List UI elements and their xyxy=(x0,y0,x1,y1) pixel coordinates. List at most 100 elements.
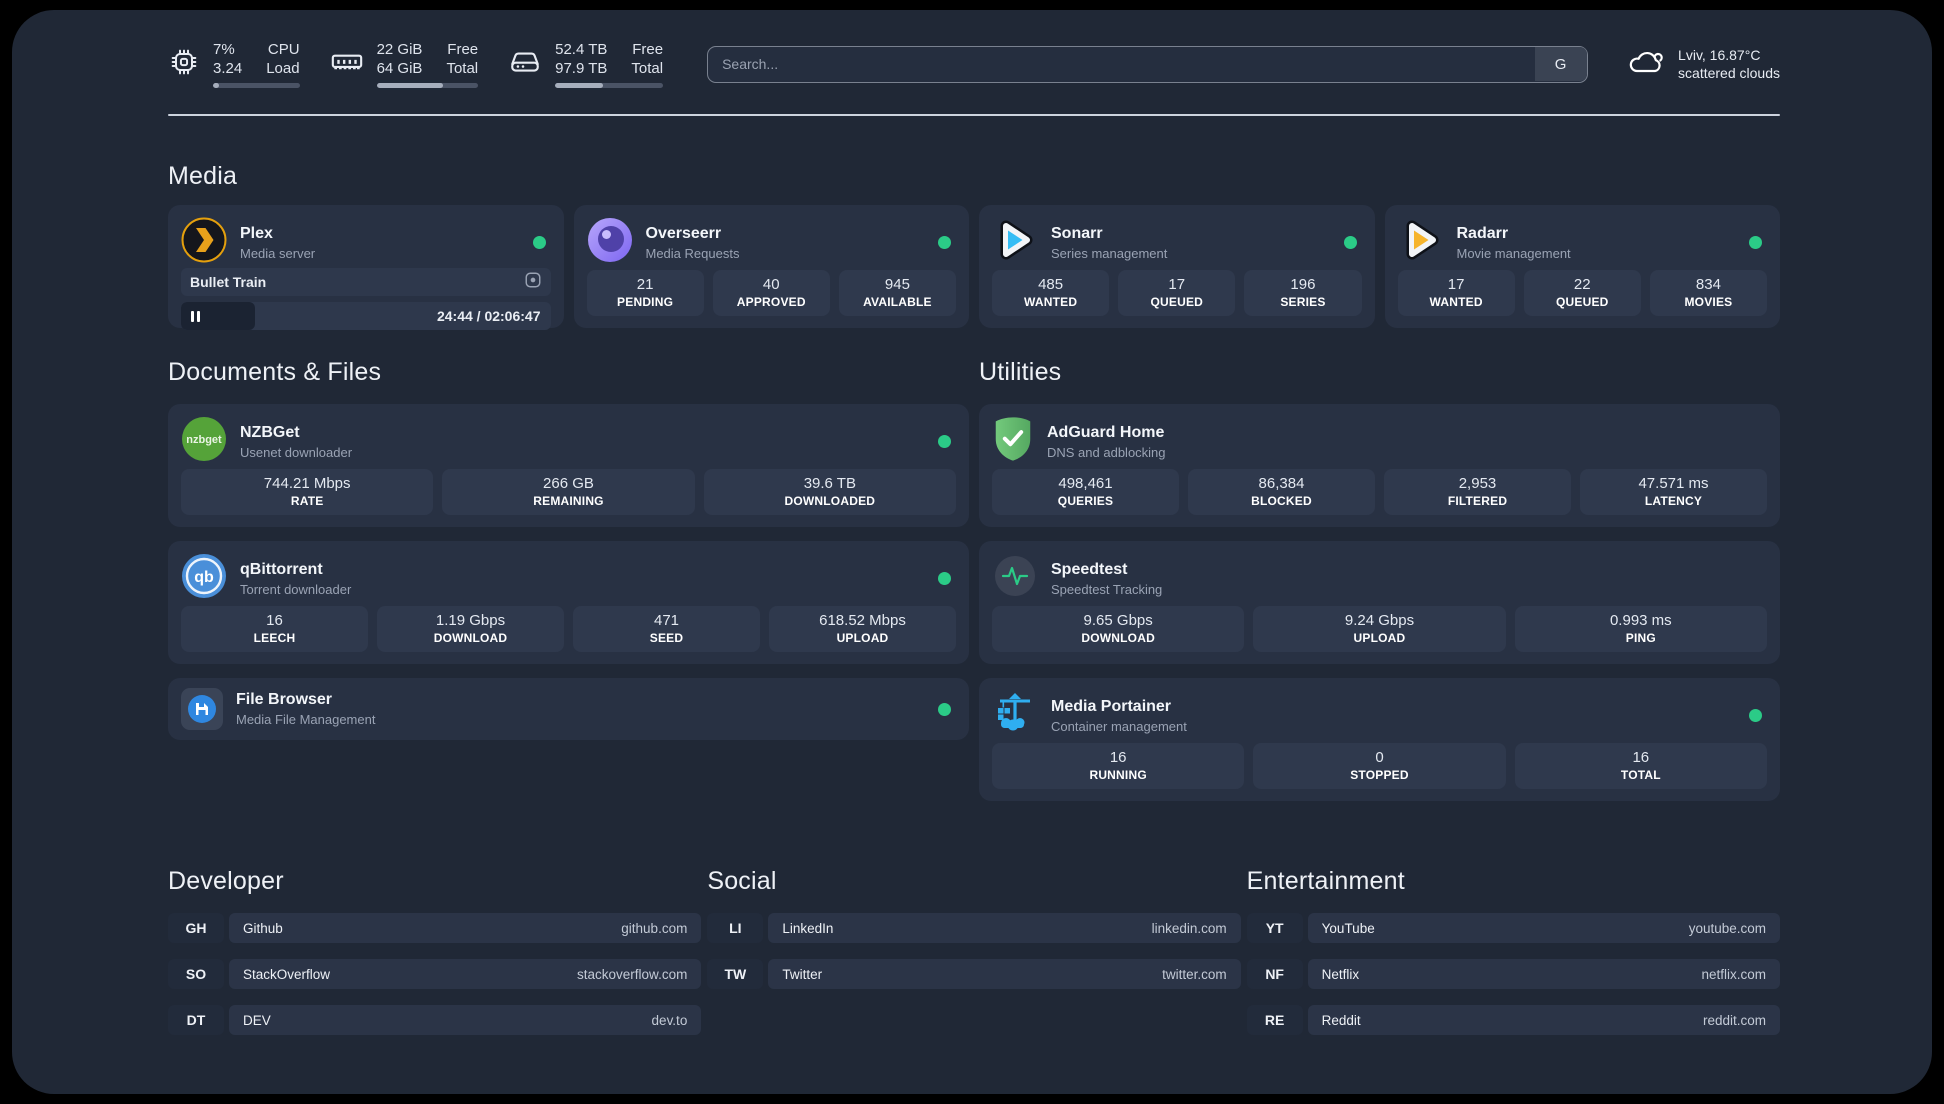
storage-free: 52.4 TB xyxy=(555,41,608,58)
section-title-utilities: Utilities xyxy=(979,358,1062,386)
stat-tile: 17 WANTED xyxy=(1397,270,1515,316)
qbittorrent-icon: qb xyxy=(181,553,227,604)
link-netflix[interactable]: NF Netflix netflix.com xyxy=(1246,959,1780,989)
service-card-portainer[interactable]: Media Portainer Container management 16 … xyxy=(979,678,1780,801)
search-input[interactable] xyxy=(707,45,1589,83)
cpu-load-percent: 7% xyxy=(213,41,235,58)
status-dot xyxy=(1343,236,1357,249)
status-dot xyxy=(1749,236,1762,249)
service-subtitle: Speedtest Tracking xyxy=(1051,581,1163,597)
nzbget-icon: nzbget xyxy=(181,416,227,467)
stat-tile: 1.19 Gbps DOWNLOAD xyxy=(377,606,564,652)
cpu-label-2: Load xyxy=(266,60,300,77)
link-github[interactable]: GH Github github.com xyxy=(168,913,702,943)
service-card-speedtest[interactable]: Speedtest Speedtest Tracking 9.65 Gbps D… xyxy=(979,541,1780,664)
service-subtitle: Movie management xyxy=(1456,245,1571,261)
service-subtitle: Torrent downloader xyxy=(240,581,352,597)
service-title: File Browser xyxy=(236,691,333,708)
link-url: dev.to xyxy=(651,1012,688,1028)
link-url: youtube.com xyxy=(1688,920,1766,936)
link-url: stackoverflow.com xyxy=(577,966,688,982)
stat-tile: 2,953 FILTERED xyxy=(1384,469,1571,515)
stat-tile: 834 MOVIES xyxy=(1649,270,1768,316)
service-card-plex[interactable]: Plex Media server Bullet Train 24:44 / 0… xyxy=(168,205,564,330)
link-abbr[interactable]: GH xyxy=(168,913,224,943)
pause-icon[interactable] xyxy=(191,310,200,322)
service-subtitle: Media Requests xyxy=(645,245,740,261)
link-abbr[interactable]: RE xyxy=(1246,1005,1303,1035)
status-dot xyxy=(938,572,951,585)
service-card-overseerr[interactable]: Overseerr Media Requests 21 PENDING 40 A… xyxy=(573,205,969,328)
overseerr-icon xyxy=(587,217,633,268)
link-youtube[interactable]: YT YouTube youtube.com xyxy=(1246,913,1780,943)
link-abbr[interactable]: SO xyxy=(168,959,224,989)
disk-icon xyxy=(508,45,542,84)
search-engine-button[interactable]: G xyxy=(1534,47,1587,81)
player-elapsed-pill xyxy=(181,302,255,330)
plex-mini-player: Bullet Train 24:44 / 02:06:47 xyxy=(181,268,551,330)
service-title: Speedtest xyxy=(1051,560,1128,578)
link-abbr[interactable]: DT xyxy=(168,1005,224,1035)
link-name: Netflix xyxy=(1321,966,1360,982)
link-abbr[interactable]: LI xyxy=(707,913,764,943)
player-progress-bar[interactable]: 24:44 / 02:06:47 xyxy=(181,302,551,330)
service-title: Plex xyxy=(240,224,273,242)
speedtest-icon xyxy=(992,553,1038,604)
status-dot xyxy=(938,236,951,249)
search-bar: G xyxy=(707,45,1589,83)
service-card-filebrowser[interactable]: File Browser Media File Management xyxy=(168,678,969,740)
service-card-qbittorrent[interactable]: qb qBittorrent Torrent downloader 16 LEE… xyxy=(168,541,969,664)
link-reddit[interactable]: RE Reddit reddit.com xyxy=(1246,1005,1780,1035)
developer-links: Developer GH Github github.com SO StackO… xyxy=(168,867,702,1035)
memory-free: 22 GiB xyxy=(376,41,423,58)
stat-tile: 0 STOPPED xyxy=(1253,743,1506,789)
link-name: StackOverflow xyxy=(243,966,331,982)
memory-label-2: Total xyxy=(446,60,479,77)
service-subtitle: DNS and adblocking xyxy=(1047,444,1166,460)
stat-tile: 196 SERIES xyxy=(1244,270,1362,316)
link-name: Twitter xyxy=(782,966,823,982)
section-title-documents: Documents & Files xyxy=(168,358,382,386)
radarr-icon xyxy=(1398,217,1444,268)
section-title-media: Media xyxy=(168,162,238,190)
weather-location-temp: Lviv, 16.87°C xyxy=(1678,47,1761,63)
link-abbr[interactable]: YT xyxy=(1246,913,1303,943)
stat-tile: 86,384 BLOCKED xyxy=(1188,469,1375,515)
link-stackoverflow[interactable]: SO StackOverflow stackoverflow.com xyxy=(168,959,702,989)
media-grid: Plex Media server Bullet Train 24:44 / 0… xyxy=(168,205,1780,330)
link-abbr[interactable]: TW xyxy=(707,959,764,989)
service-title: Sonarr xyxy=(1051,224,1103,242)
stat-tile: 9.24 Gbps UPLOAD xyxy=(1253,606,1506,652)
cloud-icon xyxy=(1626,46,1666,83)
svg-text:nzbget: nzbget xyxy=(186,434,222,446)
service-card-sonarr[interactable]: Sonarr Series management 485 WANTED 17 Q… xyxy=(979,205,1375,328)
section-title-entertainment: Entertainment xyxy=(1246,867,1405,895)
storage-label-2: Total xyxy=(631,60,664,77)
stat-tile: 39.6 TB DOWNLOADED xyxy=(703,469,956,515)
link-abbr[interactable]: NF xyxy=(1246,959,1303,989)
storage-meter xyxy=(555,83,664,88)
cpu-metric: 7% 3.24 CPU Load xyxy=(168,40,300,88)
status-dot xyxy=(938,702,951,716)
weather-widget: Lviv, 16.87°C scattered clouds xyxy=(1626,46,1780,83)
cpu-load-value: 3.24 xyxy=(213,60,243,77)
link-url: netflix.com xyxy=(1701,966,1766,982)
stat-tile: 21 PENDING xyxy=(586,270,704,316)
service-card-radarr[interactable]: Radarr Movie management 17 WANTED 22 QUE… xyxy=(1384,205,1780,328)
link-url: twitter.com xyxy=(1162,966,1227,982)
service-title: Media Portainer xyxy=(1051,697,1172,715)
link-twitter[interactable]: TW Twitter twitter.com xyxy=(707,959,1241,989)
service-card-adguard[interactable]: AdGuard Home DNS and adblocking 498,461 … xyxy=(979,404,1780,527)
section-title-developer: Developer xyxy=(168,867,284,895)
service-card-nzbget[interactable]: nzbget NZBGet Usenet downloader 744.21 M… xyxy=(168,404,969,527)
link-linkedin[interactable]: LI LinkedIn linkedin.com xyxy=(707,913,1241,943)
link-dev-to[interactable]: DT DEV dev.to xyxy=(168,1005,702,1035)
cast-icon[interactable] xyxy=(524,271,542,294)
stat-tile: 22 QUEUED xyxy=(1523,270,1641,316)
stat-tile: 744.21 Mbps RATE xyxy=(181,469,434,515)
weather-condition: scattered clouds xyxy=(1678,65,1780,81)
cpu-label: CPU xyxy=(267,41,300,58)
player-time: 24:44 / 02:06:47 xyxy=(436,308,541,324)
system-metrics: 7% 3.24 CPU Load 22 GiB 64 GiB Free Tota… xyxy=(168,40,664,88)
now-playing-bar[interactable]: Bullet Train xyxy=(181,268,551,296)
